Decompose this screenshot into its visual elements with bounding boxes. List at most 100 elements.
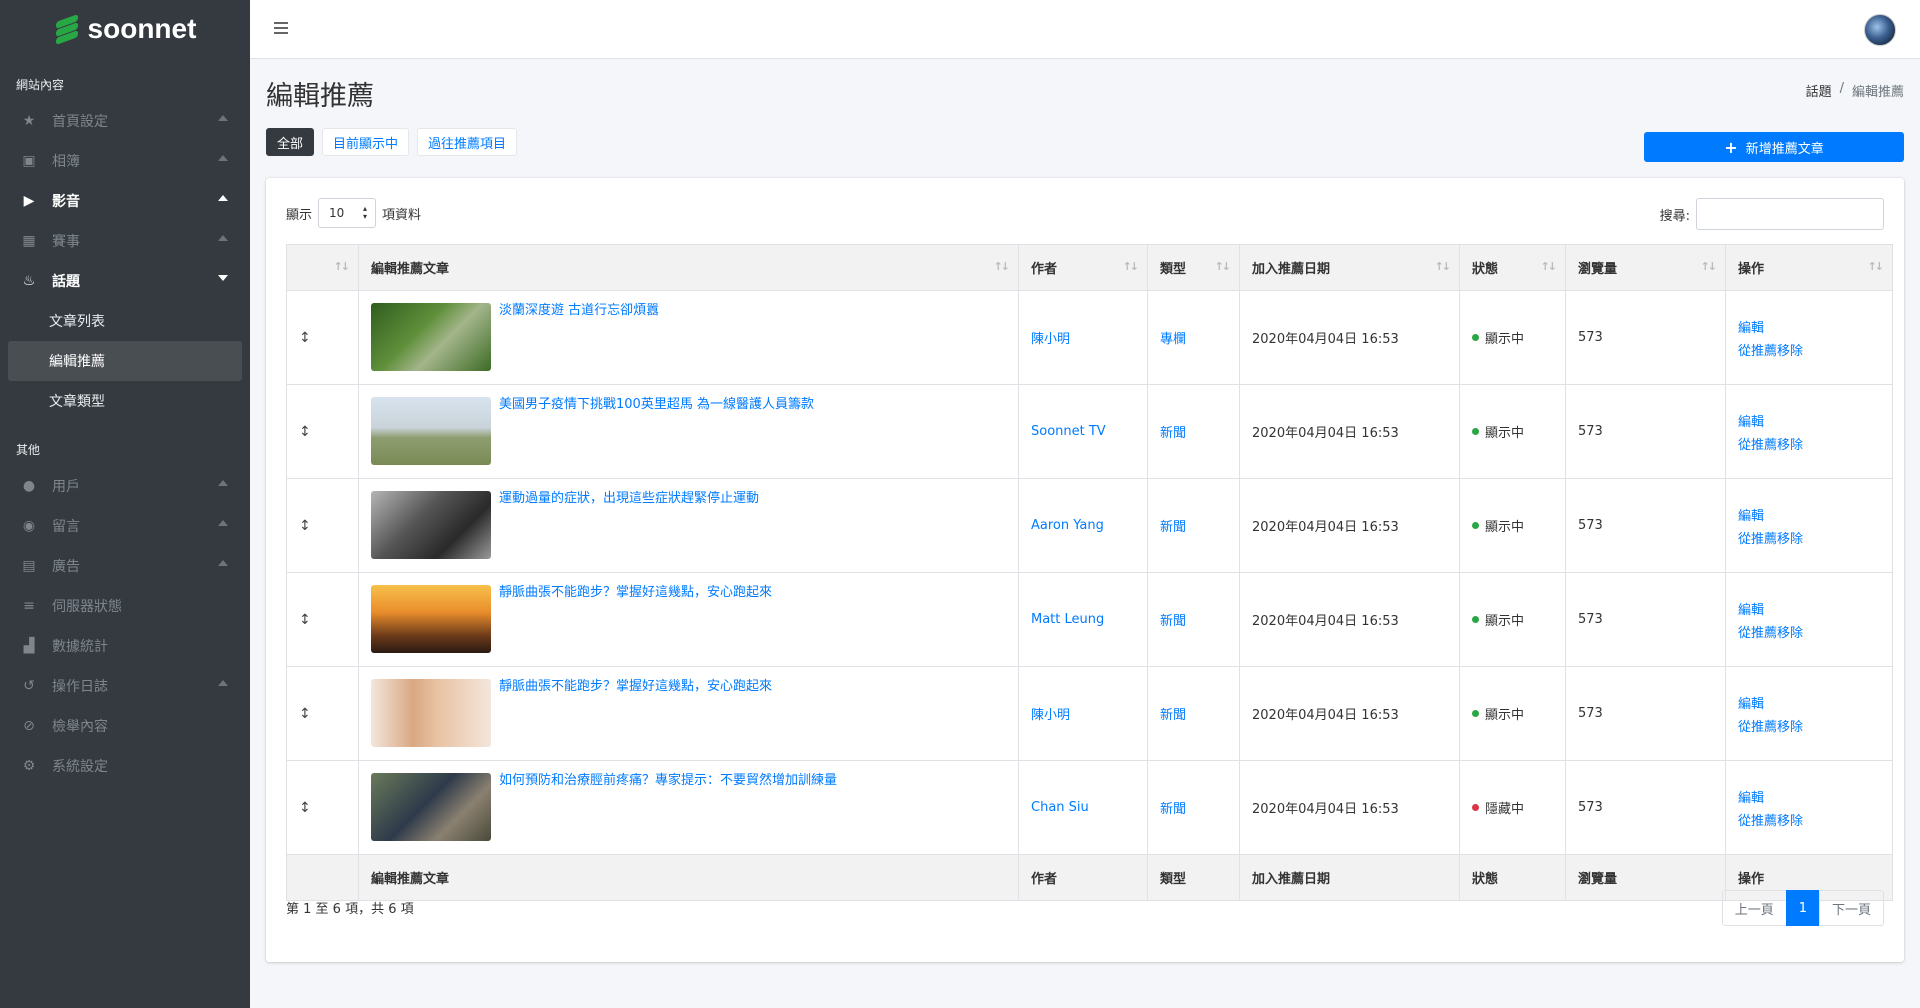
sidebar-item-server-status[interactable]: ≡ 伺服器狀態 — [0, 586, 250, 626]
remove-from-picks-link[interactable]: 從推薦移除 — [1738, 622, 1880, 641]
author-link[interactable]: Chan Siu — [1031, 800, 1089, 815]
chevron-up-icon — [218, 680, 228, 686]
column-header-type[interactable]: 類型 ↑↓ — [1147, 244, 1240, 291]
menu-toggle-icon[interactable] — [274, 22, 288, 34]
sidebar-item-label: 數據統計 — [52, 639, 108, 655]
remove-from-picks-link[interactable]: 從推薦移除 — [1738, 810, 1880, 829]
article-thumbnail[interactable] — [371, 773, 491, 841]
sidebar-item-topics[interactable]: ♨ 話題 — [0, 261, 250, 301]
edit-link[interactable]: 編輯 — [1738, 411, 1880, 430]
sidebar-item-comments[interactable]: ◉ 留言 — [0, 506, 250, 546]
sidebar-item-reports[interactable]: ⊘ 檢舉內容 — [0, 706, 250, 746]
search-control: 搜尋: — [1660, 198, 1884, 230]
article-title-link[interactable]: 美國男子疫情下挑戰100英里超馬 為一線醫護人員籌款 — [499, 397, 814, 413]
remove-from-picks-link[interactable]: 從推薦移除 — [1738, 340, 1880, 359]
author-link[interactable]: 陳小明 — [1031, 708, 1070, 723]
column-header-author[interactable]: 作者 ↑↓ — [1018, 244, 1148, 291]
column-header-actions[interactable]: 操作 ↑↓ — [1725, 244, 1893, 291]
edit-link[interactable]: 編輯 — [1738, 599, 1880, 618]
sidebar-subitem-article-list[interactable]: 文章列表 — [0, 301, 250, 341]
column-header-views[interactable]: 瀏覽量 ↑↓ — [1565, 244, 1726, 291]
date-cell: 2020年04月04日 16:53 — [1239, 760, 1460, 855]
filter-all-button[interactable]: 全部 — [266, 128, 315, 156]
filter-past-button[interactable]: 過往推薦項目 — [417, 128, 518, 156]
drag-handle-icon[interactable]: ↕ — [299, 612, 311, 628]
sidebar-subitem-editor-picks[interactable]: 編輯推薦 — [8, 341, 242, 381]
article-title-link[interactable]: 如何預防和治療脛前疼痛？專家提示：不要貿然增加訓練量 — [499, 773, 837, 789]
column-header-article[interactable]: 編輯推薦文章 ↑↓ — [358, 244, 1019, 291]
logo[interactable]: soonnet — [0, 0, 250, 58]
actions-cell: 編輯 從推薦移除 — [1725, 666, 1893, 761]
article-thumbnail[interactable] — [371, 397, 491, 465]
filter-showing-button[interactable]: 目前顯示中 — [322, 128, 410, 156]
sidebar-item-users[interactable]: ● 用戶 — [0, 466, 250, 506]
author-link[interactable]: Matt Leung — [1031, 612, 1104, 627]
remove-from-picks-link[interactable]: 從推薦移除 — [1738, 716, 1880, 735]
avatar[interactable] — [1864, 14, 1896, 46]
sidebar-item-logs[interactable]: ↺ 操作日誌 — [0, 666, 250, 706]
edit-link[interactable]: 編輯 — [1738, 787, 1880, 806]
next-page-button[interactable]: 下一頁 — [1818, 890, 1884, 926]
actions-cell: 編輯 從推薦移除 — [1725, 384, 1893, 479]
type-cell: 新聞 — [1147, 384, 1240, 479]
chevron-down-icon — [218, 275, 228, 281]
breadcrumb-item-topics[interactable]: 話題 — [1806, 81, 1832, 100]
sidebar-subitem-article-types[interactable]: 文章類型 — [0, 381, 250, 421]
sidebar-item-home-settings[interactable]: ★ 首頁設定 — [0, 101, 250, 141]
article-title-link[interactable]: 靜脈曲張不能跑步？掌握好這幾點，安心跑起來 — [499, 679, 772, 695]
column-header-date[interactable]: 加入推薦日期 ↑↓ — [1239, 244, 1460, 291]
sidebar-item-ads[interactable]: ▤ 廣告 — [0, 546, 250, 586]
search-input[interactable] — [1696, 198, 1884, 230]
drag-handle-icon[interactable]: ↕ — [299, 518, 311, 534]
nav-header-other: 其他 — [16, 443, 41, 457]
add-recommendation-button[interactable]: + 新增推薦文章 — [1644, 132, 1904, 162]
article-thumbnail[interactable] — [371, 679, 491, 747]
edit-link[interactable]: 編輯 — [1738, 317, 1880, 336]
column-header-order[interactable]: ↑↓ — [286, 244, 359, 291]
drag-handle-icon[interactable]: ↕ — [299, 800, 311, 816]
article-thumbnail[interactable] — [371, 491, 491, 559]
chevron-up-icon — [218, 115, 228, 121]
author-link[interactable]: Aaron Yang — [1031, 518, 1104, 533]
prev-page-button[interactable]: 上一頁 — [1721, 890, 1787, 926]
page-1-button[interactable]: 1 — [1785, 890, 1820, 926]
type-link[interactable]: 專欄 — [1160, 332, 1186, 347]
article-thumbnail[interactable] — [371, 303, 491, 371]
article-title-link[interactable]: 淡蘭深度遊 古道行忘卻煩囂 — [499, 303, 659, 319]
sidebar-item-albums[interactable]: ▣ 相簿 — [0, 141, 250, 181]
type-link[interactable]: 新聞 — [1160, 614, 1186, 629]
views-cell: 573 — [1565, 290, 1726, 385]
chevron-up-icon — [218, 480, 228, 486]
calendar-icon: ▦ — [22, 233, 36, 249]
sort-icon: ↑↓ — [1540, 260, 1558, 273]
show-prefix: 顯示 — [286, 207, 313, 223]
article-title-link[interactable]: 靜脈曲張不能跑步？掌握好這幾點，安心跑起來 — [499, 585, 772, 601]
edit-link[interactable]: 編輯 — [1738, 693, 1880, 712]
remove-from-picks-link[interactable]: 從推薦移除 — [1738, 528, 1880, 547]
author-link[interactable]: Soonnet TV — [1031, 424, 1106, 439]
article-thumbnail[interactable] — [371, 585, 491, 653]
author-link[interactable]: 陳小明 — [1031, 332, 1070, 347]
sort-icon: ↑↓ — [1434, 260, 1452, 273]
type-link[interactable]: 新聞 — [1160, 802, 1186, 817]
table-row: ↕ 美國男子疫情下挑戰100英里超馬 為一線醫護人員籌款 Soonnet TV 新聞 2… — [286, 384, 1893, 479]
drag-handle-icon[interactable]: ↕ — [299, 424, 311, 440]
sidebar-item-statistics[interactable]: ▟ 數據統計 — [0, 626, 250, 666]
page-size-select[interactable]: 10 — [318, 198, 377, 228]
edit-link[interactable]: 編輯 — [1738, 505, 1880, 524]
type-link[interactable]: 新聞 — [1160, 708, 1186, 723]
drag-handle-icon[interactable]: ↕ — [299, 706, 311, 722]
type-link[interactable]: 新聞 — [1160, 520, 1186, 535]
type-link[interactable]: 新聞 — [1160, 426, 1186, 441]
status-dot-icon — [1472, 334, 1479, 341]
drag-handle-icon[interactable]: ↕ — [299, 330, 311, 346]
article-title-link[interactable]: 運動過量的症狀，出現這些症狀趕緊停止運動 — [499, 491, 759, 507]
sidebar-item-system-settings[interactable]: ⚙ 系統設定 — [0, 746, 250, 786]
sidebar-item-events[interactable]: ▦ 賽事 — [0, 221, 250, 261]
sidebar-item-video[interactable]: ▶ 影音 — [0, 181, 250, 221]
remove-from-picks-link[interactable]: 從推薦移除 — [1738, 434, 1880, 453]
column-header-status[interactable]: 狀態 ↑↓ — [1459, 244, 1566, 291]
sort-icon: ↑↓ — [333, 260, 351, 273]
actions-cell: 編輯 從推薦移除 — [1725, 290, 1893, 385]
type-cell: 新聞 — [1147, 572, 1240, 667]
